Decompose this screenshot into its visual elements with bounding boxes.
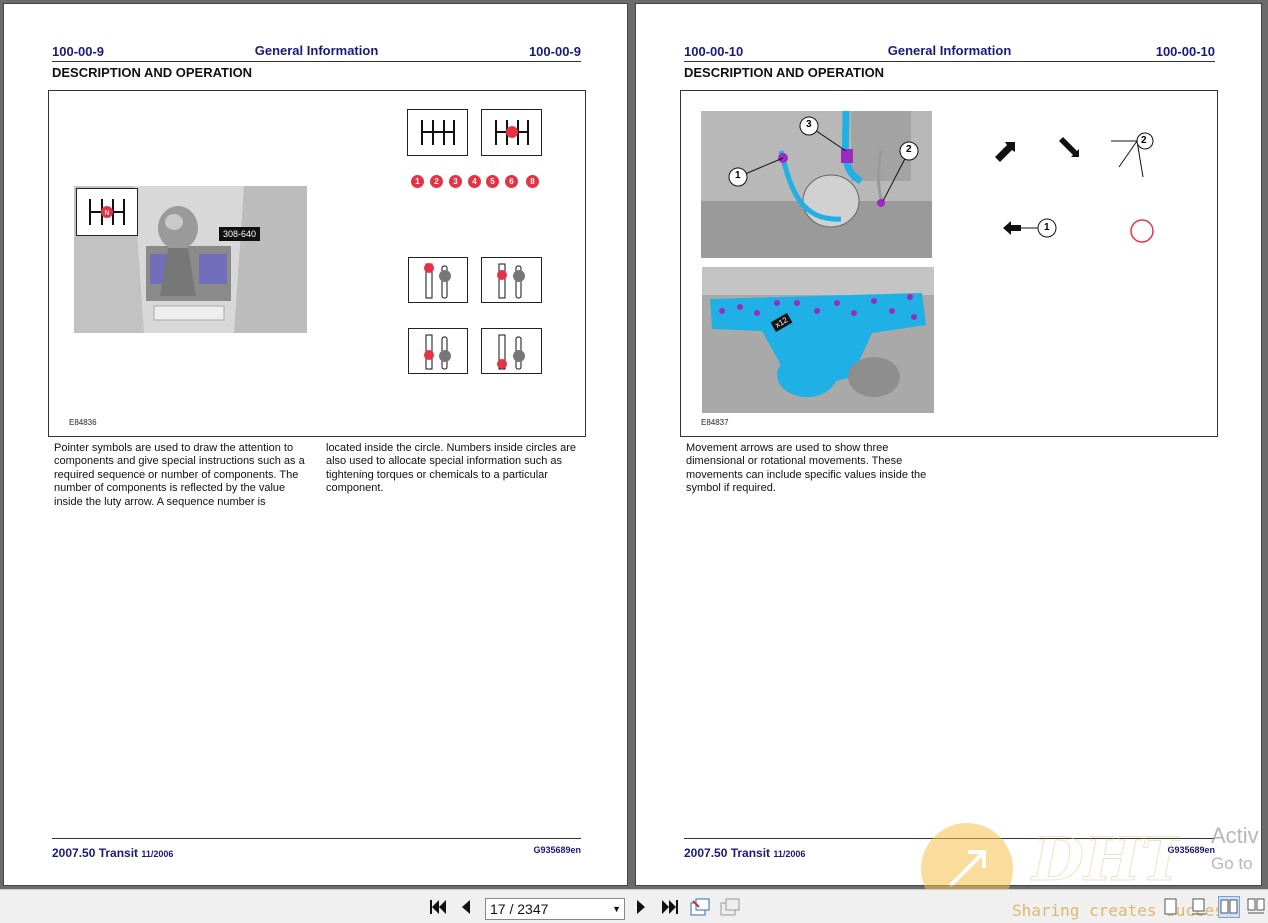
page-header: 100-00-10 General Information 100-00-10: [684, 42, 1215, 62]
document-page-right: 100-00-10 General Information 100-00-10 …: [635, 3, 1262, 886]
shift-lever-symbol: [408, 328, 468, 374]
page-title: General Information: [887, 43, 1012, 58]
previous-page-icon: [462, 900, 470, 914]
footer-date: 11/2006: [773, 849, 806, 859]
page-title: General Information: [254, 43, 379, 58]
page-number: 100-00-9: [528, 44, 581, 59]
svg-text:N: N: [104, 209, 109, 217]
engine-photo-lower: [702, 267, 934, 413]
shift-lever-symbol: [481, 328, 542, 374]
callout-lines-icon: [1111, 132, 1154, 178]
footer-model: 2007.50 Transit 11/2006: [52, 846, 174, 860]
first-page-icon: [430, 900, 446, 914]
continuous-view-button[interactable]: [1188, 896, 1210, 918]
engine-photo-upper: [701, 111, 932, 258]
callout-3: 3: [806, 119, 812, 130]
symbol-callout-1: 1: [1044, 222, 1050, 233]
header-rule: [52, 61, 581, 62]
page-number-select[interactable]: 17 / 2347 ▼: [485, 898, 625, 920]
header-rule: [684, 61, 1215, 62]
footer-date: 11/2006: [141, 849, 174, 859]
sequence-numbers: 1 2 3 4 5 6 8: [411, 175, 546, 190]
os-activation-line1: Activ: [1211, 823, 1259, 848]
previous-page-button[interactable]: [455, 896, 477, 918]
facing-pages-icon: [1220, 899, 1238, 914]
first-page-button[interactable]: [427, 896, 449, 918]
body-text: Movement arrows are used to show three d…: [686, 442, 927, 495]
tool-label: 308-640: [219, 227, 261, 241]
shift-lever-symbol: [408, 257, 468, 303]
last-page-button[interactable]: [659, 896, 681, 918]
sequence-number: 5: [486, 175, 499, 188]
facing-view-button[interactable]: [1218, 896, 1240, 918]
viewer-toolbar: 17 / 2347 ▼ Sharing creates success: [0, 889, 1268, 923]
fit-width-button[interactable]: [719, 896, 741, 918]
section-heading: DESCRIPTION AND OPERATION: [52, 65, 253, 80]
document-page-left: 100-00-9 General Information 100-00-9 DE…: [3, 3, 628, 886]
os-activation-line2: Go to: [1211, 854, 1253, 873]
figure-engine: 1 3 2 x12 2 1 E84837: [680, 90, 1218, 437]
shift-lever-symbol: [481, 257, 542, 303]
symbol-callout-2: 2: [1141, 135, 1147, 146]
gear-pattern-box-neutral: [481, 109, 542, 156]
page-indicator: 17 / 2347: [490, 901, 549, 917]
body-text-column-2: located inside the circle. Numbers insid…: [326, 442, 577, 495]
sequence-number: 2: [430, 175, 443, 188]
continuous-facing-icon: [1247, 898, 1265, 914]
body-text-column-1: Pointer symbols are used to draw the att…: [54, 442, 305, 508]
fit-width-icon: [720, 898, 740, 916]
footer-code: G935689en: [533, 845, 581, 855]
sequence-number: 4: [468, 175, 481, 188]
sequence-number: 3: [449, 175, 462, 188]
figure-code: E84836: [69, 418, 97, 427]
footer-model: 2007.50 Transit 11/2006: [684, 846, 806, 860]
svg-text:DHT: DHT: [1030, 825, 1180, 892]
watermark-logo: DHT: [921, 823, 1180, 892]
continuous-facing-view-button[interactable]: [1246, 896, 1266, 918]
footer-rule: [52, 838, 581, 839]
next-page-button[interactable]: [630, 896, 652, 918]
page-number: 100-00-10: [1155, 44, 1215, 59]
single-page-icon: [1164, 898, 1177, 915]
push-arrow-icon: [1003, 218, 1057, 238]
next-page-icon: [637, 900, 645, 914]
section-heading: DESCRIPTION AND OPERATION: [684, 65, 885, 80]
rotation-arrow-icon: [1059, 137, 1079, 157]
sequence-number: 8: [526, 175, 539, 188]
os-activation-overlay: Activ Go to: [1211, 822, 1259, 878]
single-page-view-button[interactable]: [1160, 896, 1182, 918]
callout-1: 1: [735, 170, 741, 181]
figure-code: E84837: [701, 418, 729, 427]
highlight-circle-icon: [1130, 219, 1154, 243]
gear-pattern-inset: N: [76, 188, 138, 236]
chevron-down-icon: ▼: [612, 904, 621, 914]
page-header: 100-00-9 General Information 100-00-9: [52, 42, 581, 62]
fit-page-button[interactable]: [689, 896, 711, 918]
movement-arrow-icon: [995, 142, 1015, 162]
sequence-number: 6: [505, 175, 518, 188]
page-footer: 2007.50 Transit 11/2006 G935689en: [52, 838, 581, 862]
continuous-page-icon: [1192, 898, 1206, 915]
last-page-icon: [662, 900, 678, 914]
gear-pattern-box: [407, 109, 468, 156]
callout-2: 2: [906, 144, 912, 155]
figure-gearshift: N 308-640 1 2 3 4 5 6 8 E84836: [48, 90, 586, 437]
sequence-number: 1: [411, 175, 424, 188]
fit-page-icon: [690, 898, 710, 916]
